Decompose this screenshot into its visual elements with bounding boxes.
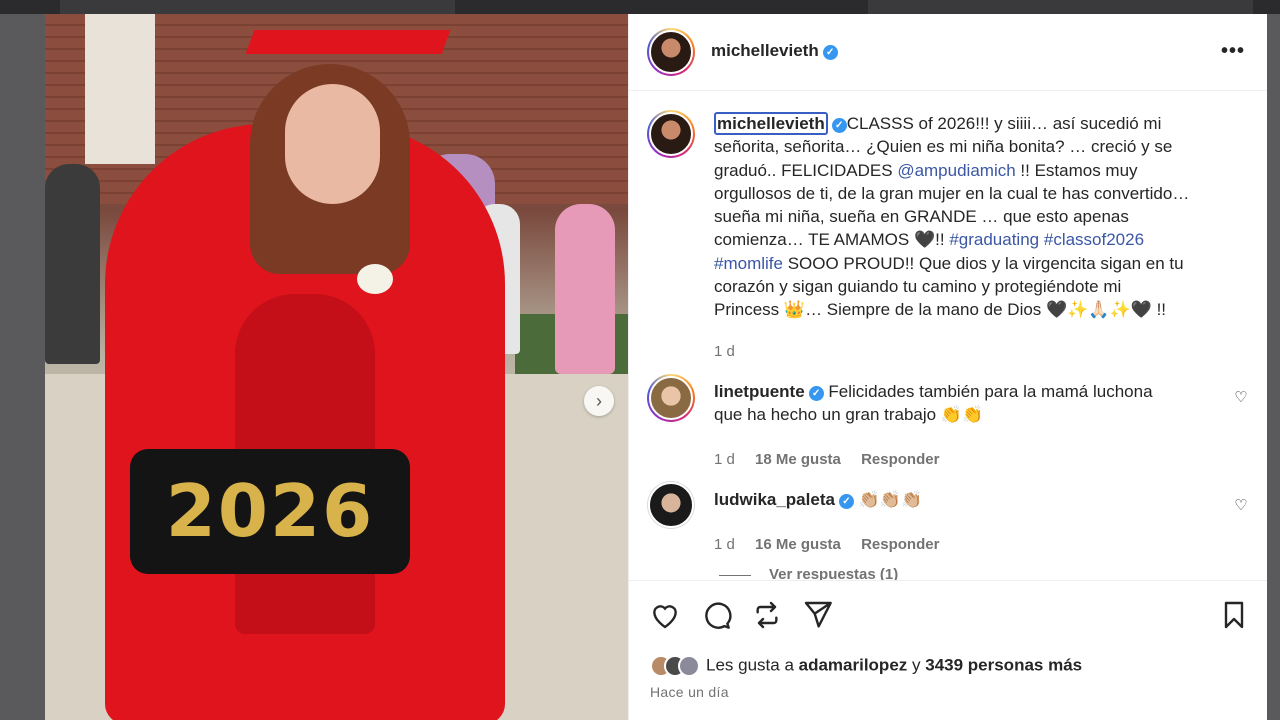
caption-line: orgullosos de ti, de la gran mujer en la… xyxy=(714,183,1190,203)
send-icon[interactable] xyxy=(802,599,834,631)
comment-avatar[interactable] xyxy=(647,481,695,529)
comment-username[interactable]: ludwika_paleta xyxy=(714,490,835,509)
likes-prefix: Les gusta a xyxy=(706,655,799,675)
liker-username[interactable]: adamarilopez xyxy=(799,655,908,674)
comments-feed[interactable]: michellevieth ✓ CLASSS of 2026!!! y siiii…… xyxy=(629,92,1267,580)
verified-badge-icon: ✓ xyxy=(822,45,838,60)
comment-text: linetpuente ✓ Felicidades también para la… xyxy=(714,380,1214,427)
more-options-icon[interactable]: ••• xyxy=(1221,40,1245,63)
heart-icon[interactable] xyxy=(649,599,681,631)
background-thumbnail xyxy=(868,0,1253,14)
comment-heart-icon[interactable]: ♡ xyxy=(1233,498,1249,514)
comment-icon[interactable] xyxy=(700,599,732,631)
comment-line: que ha hecho un gran trabajo 👏👏 xyxy=(714,405,984,425)
comment-age[interactable]: 1 d xyxy=(714,451,735,468)
year-sign-text: 2026 xyxy=(165,469,375,553)
caption-line: sueña mi niña, sueña en GRANDE … que est… xyxy=(714,207,1129,227)
author-username[interactable]: michellevieth xyxy=(711,41,819,60)
repost-icon[interactable] xyxy=(751,599,783,631)
corsage xyxy=(357,264,393,294)
reply-button[interactable]: Responder xyxy=(861,536,939,553)
likes-connector: y xyxy=(907,655,926,675)
comment-username[interactable]: linetpuente xyxy=(714,382,805,401)
view-replies-button[interactable]: Ver respuestas (1) xyxy=(719,566,898,580)
comment-text: ludwika_paleta ✓ 👏🏼👏🏼👏🏼 xyxy=(714,488,1214,511)
graduation-cap xyxy=(245,30,451,54)
reply-button[interactable]: Responder xyxy=(861,451,939,468)
caption-line: comienza… TE AMAMOS 🖤!! xyxy=(714,230,950,250)
comment-meta: 1 d 16 Me gusta Responder xyxy=(714,536,955,553)
caption-author-avatar[interactable] xyxy=(647,110,695,158)
avatar xyxy=(678,655,700,677)
caption-age[interactable]: 1 d xyxy=(714,343,735,360)
caption-line: señorita, señorita… ¿Quien es mi niña bo… xyxy=(714,137,1173,157)
post-image[interactable]: 2026 › xyxy=(45,14,628,720)
background-thumbnail xyxy=(60,0,455,14)
post-header: michellevieth ✓ ••• xyxy=(629,14,1267,91)
bookmark-icon[interactable] xyxy=(1218,599,1250,631)
verified-badge-icon: ✓ xyxy=(831,118,847,133)
comment-line: Felicidades también para la mamá luchona xyxy=(828,382,1153,401)
comment-age[interactable]: 1 d xyxy=(714,536,735,553)
comment-like-count[interactable]: 18 Me gusta xyxy=(755,451,841,468)
author-username-row[interactable]: michellevieth ✓ xyxy=(711,41,838,61)
face xyxy=(285,84,380,204)
hashtag-link[interactable]: #classof2026 xyxy=(1044,230,1144,249)
likes-summary[interactable]: Les gusta a adamarilopez y 3439 personas… xyxy=(650,655,1082,677)
background-person xyxy=(555,204,615,374)
post-caption: michellevieth ✓ CLASSS of 2026!!! y siiii…… xyxy=(714,112,1234,322)
caption-line: graduó.. FELICIDADES xyxy=(714,160,898,180)
comment-avatar[interactable] xyxy=(647,374,695,422)
background-strip xyxy=(0,0,1280,14)
hashtag-link[interactable]: #momlife xyxy=(714,254,783,273)
caption-meta: 1 d xyxy=(714,343,751,360)
verified-badge-icon: ✓ xyxy=(808,386,824,401)
caption-line: !! Estamos muy xyxy=(1015,160,1138,180)
caption-line: SOOO PROUD!! Que dios y la virgencita si… xyxy=(782,253,1184,273)
liker-avatars xyxy=(650,655,700,677)
caption-line: corazón y sigan guiando tu camino y prot… xyxy=(714,277,1122,297)
building-door xyxy=(85,14,155,164)
chevron-right-icon[interactable]: › xyxy=(584,386,614,416)
caption-username[interactable]: michellevieth xyxy=(714,112,828,135)
comment-like-count[interactable]: 16 Me gusta xyxy=(755,536,841,553)
post-timestamp[interactable]: Hace un día xyxy=(650,684,729,700)
caption-line: Princess 👑… Siempre de la mano de Dios 🖤… xyxy=(714,300,1167,320)
post-actions: Les gusta a adamarilopez y 3439 personas… xyxy=(629,580,1267,720)
caption-line: CLASSS of 2026!!! y siiii… así sucedió m… xyxy=(846,114,1162,133)
mention-link[interactable]: @ampudiamich xyxy=(897,161,1015,180)
post-sidebar: michellevieth ✓ ••• michellevieth ✓ CLASSS … xyxy=(628,14,1267,720)
author-avatar[interactable] xyxy=(647,28,695,76)
comment-meta: 1 d 18 Me gusta Responder xyxy=(714,451,955,468)
background-person xyxy=(45,164,100,364)
comment-line: 👏🏼👏🏼👏🏼 xyxy=(858,490,923,509)
verified-badge-icon: ✓ xyxy=(838,494,854,509)
comment-heart-icon[interactable]: ♡ xyxy=(1233,390,1249,406)
post-modal: 2026 › michellevieth ✓ ••• michellevieth ✓… xyxy=(45,14,1267,720)
hashtag-link[interactable]: #graduating xyxy=(949,230,1039,249)
likes-count[interactable]: 3439 personas más xyxy=(925,655,1082,674)
